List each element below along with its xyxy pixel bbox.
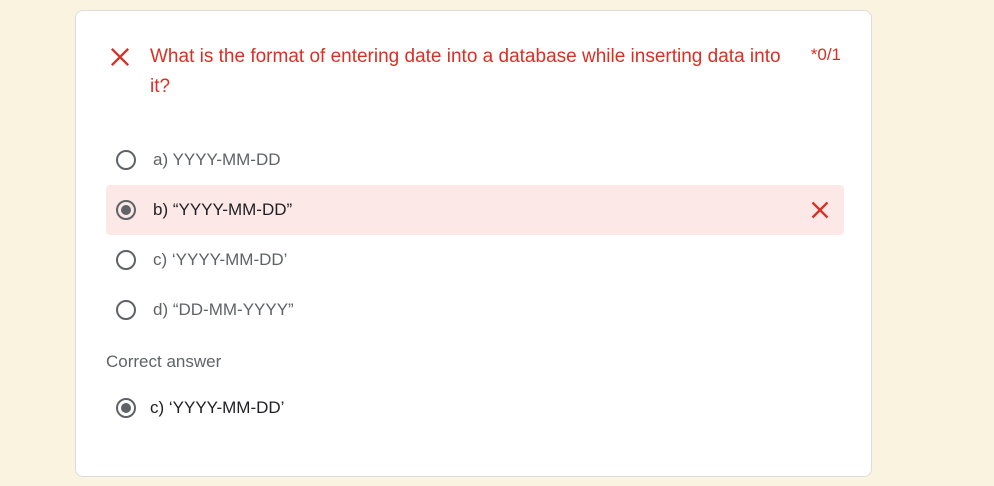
- radio-button-selected[interactable]: [116, 200, 136, 220]
- correct-answer-label: c) ‘YYYY-MM-DD’: [150, 398, 285, 417]
- radio-button[interactable]: [116, 300, 136, 320]
- option-b[interactable]: b) “YYYY-MM-DD”: [106, 185, 844, 235]
- question-card: What is the format of entering date into…: [75, 10, 872, 477]
- radio-button[interactable]: [116, 250, 136, 270]
- close-icon: [110, 47, 130, 67]
- option-label: d) “DD-MM-YYYY”: [153, 300, 294, 319]
- correct-answer-title: Correct answer: [106, 352, 222, 371]
- option-c[interactable]: c) ‘YYYY-MM-DD’: [106, 235, 844, 285]
- question-text: What is the format of entering date into…: [150, 46, 781, 97]
- option-a[interactable]: a) YYYY-MM-DD: [106, 135, 844, 185]
- radio-button-correct: [116, 398, 136, 418]
- option-label: a) YYYY-MM-DD: [153, 150, 281, 169]
- option-label: b) “YYYY-MM-DD”: [153, 200, 293, 219]
- incorrect-icon: [811, 201, 829, 219]
- option-d[interactable]: d) “DD-MM-YYYY”: [106, 285, 844, 335]
- question-score: *0/1: [810, 45, 841, 64]
- option-label: c) ‘YYYY-MM-DD’: [153, 250, 288, 269]
- radio-button[interactable]: [116, 150, 136, 170]
- correct-answer-option: c) ‘YYYY-MM-DD’: [106, 383, 284, 433]
